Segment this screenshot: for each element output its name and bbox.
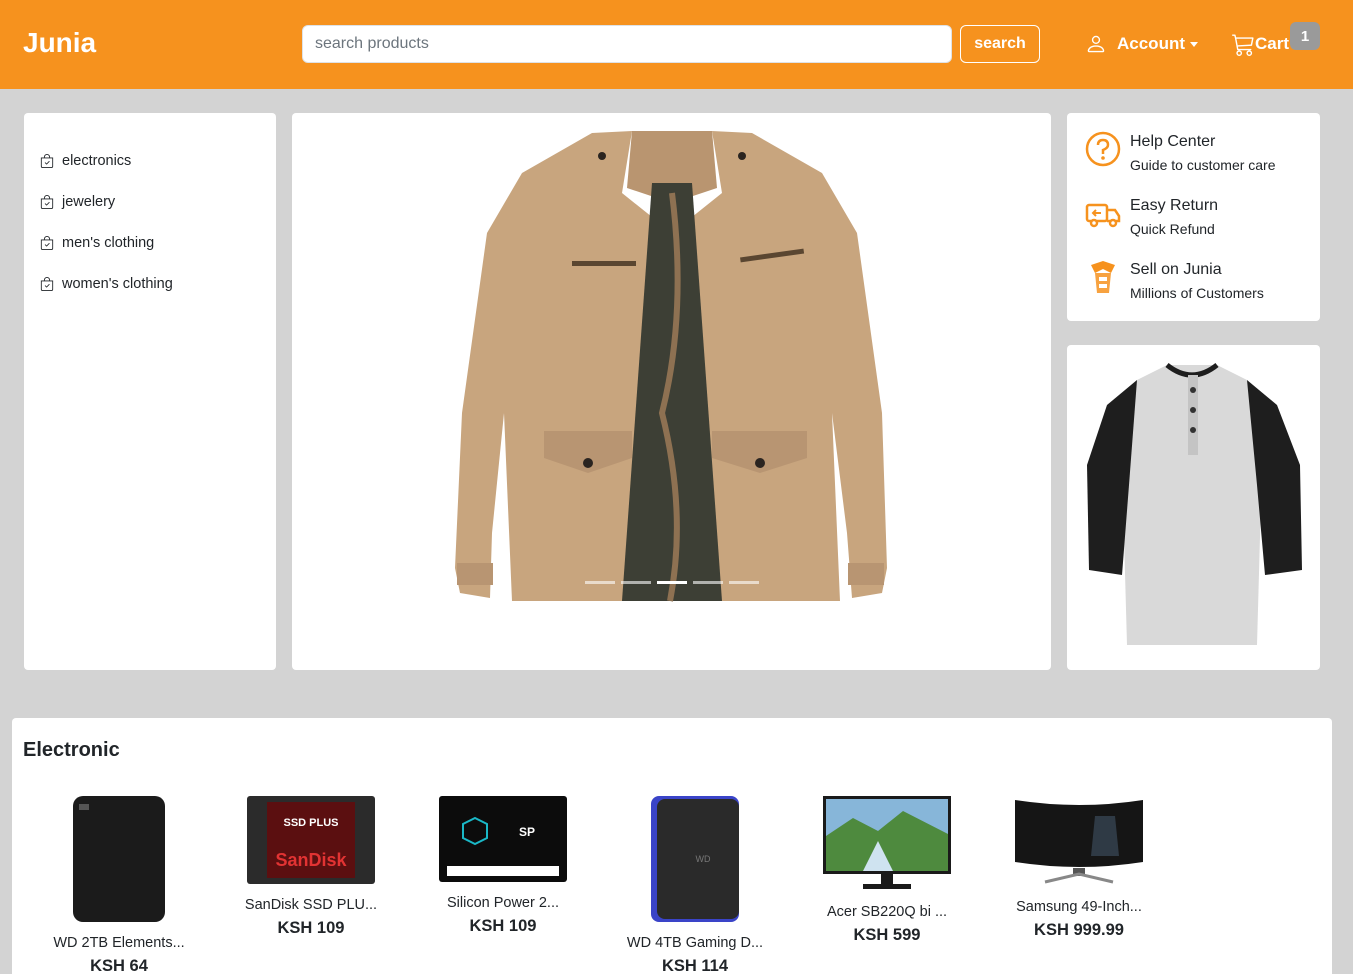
carousel-indicator[interactable] (620, 581, 651, 584)
cart-count-badge: 1 (1290, 22, 1320, 50)
info-subtitle: Guide to customer care (1130, 157, 1276, 173)
product-price: KSH 109 (277, 919, 345, 937)
product-price: KSH 599 (853, 926, 921, 944)
account-label: Account (1117, 34, 1185, 53)
product-card[interactable]: WD 2TB Elements... KSH 64 (23, 796, 215, 974)
person-icon (1087, 35, 1105, 53)
cart-label: Cart (1255, 34, 1290, 53)
info-subtitle: Quick Refund (1130, 221, 1215, 237)
category-item-mens-clothing[interactable]: men's clothing (24, 222, 276, 263)
category-sidebar: electronics jewelery men's clothing wome… (24, 113, 276, 670)
info-easy-return[interactable]: Easy Return Quick Refund (1085, 195, 1320, 259)
cart-link[interactable]: Cart (1232, 30, 1289, 58)
category-item-electronics[interactable]: electronics (24, 140, 276, 181)
product-name: Samsung 49-Inch... (1016, 899, 1142, 915)
monitor-image (823, 796, 951, 889)
info-title: Help Center (1130, 133, 1216, 150)
info-title: Easy Return (1130, 197, 1219, 214)
category-label: electronics (62, 152, 132, 169)
electronic-section: Electronic WD 2TB Elements... KSH 64 SSD… (12, 718, 1332, 974)
search-input[interactable] (302, 25, 952, 63)
hard-drive-image: WD (651, 796, 739, 922)
category-label: women's clothing (62, 275, 173, 292)
category-item-jewelery[interactable]: jewelery (24, 181, 276, 222)
curved-monitor-image (1015, 800, 1143, 884)
chevron-down-icon (1190, 41, 1198, 47)
category-item-womens-clothing[interactable]: women's clothing (24, 263, 276, 304)
info-sell-on-junia[interactable]: Sell on Junia Millions of Customers (1085, 259, 1320, 323)
product-card[interactable]: SSD PLUS SanDisk SanDisk SSD PLU... KSH … (215, 796, 407, 938)
info-subtitle: Millions of Customers (1130, 285, 1264, 301)
promo-banner[interactable] (1067, 345, 1320, 670)
ssd-image: SP (439, 796, 567, 882)
info-title: Sell on Junia (1130, 261, 1222, 278)
bag-check-icon (40, 276, 54, 291)
category-label: jewelery (62, 193, 116, 210)
account-dropdown[interactable]: Account (1085, 30, 1198, 58)
product-name: Silicon Power 2... (446, 895, 560, 911)
svg-text:SanDisk: SanDisk (275, 850, 347, 870)
return-truck-icon (1085, 203, 1121, 228)
product-name: WD 4TB Gaming D... (626, 935, 764, 951)
product-card[interactable]: WD WD 4TB Gaming D... KSH 114 (599, 796, 791, 974)
product-price: KSH 109 (469, 917, 537, 935)
product-card[interactable]: Samsung 49-Inch... KSH 999.99 (983, 796, 1175, 940)
svg-text:WD: WD (696, 854, 711, 864)
product-name: WD 2TB Elements... (53, 935, 185, 951)
jacket-image (455, 131, 887, 602)
carousel-indicator[interactable] (584, 581, 615, 584)
brand-logo[interactable]: Junia (23, 27, 96, 59)
product-price: KSH 64 (90, 957, 148, 974)
product-name: Acer SB220Q bi ... (826, 904, 948, 920)
cart-icon (1232, 33, 1254, 56)
hard-drive-image (73, 796, 165, 922)
carousel-indicator[interactable] (728, 581, 759, 584)
bag-check-icon (40, 194, 54, 209)
product-card[interactable]: SP Silicon Power 2... KSH 109 (407, 796, 599, 936)
category-label: men's clothing (62, 234, 155, 251)
bag-check-icon (40, 153, 54, 168)
bag-check-icon (40, 235, 54, 250)
hero-carousel[interactable] (292, 113, 1051, 670)
section-title: Electronic (23, 739, 120, 761)
shirt-image (1087, 362, 1302, 645)
top-navbar: Junia search Account Cart 1 (0, 0, 1353, 89)
sell-icon (1091, 261, 1115, 293)
info-panel: Help Center Guide to customer care Easy … (1067, 113, 1320, 321)
carousel-indicator[interactable] (692, 581, 723, 584)
help-circle-icon (1085, 131, 1121, 167)
svg-text:SSD PLUS: SSD PLUS (283, 817, 338, 829)
product-price: KSH 999.99 (1034, 921, 1124, 939)
product-card[interactable]: Acer SB220Q bi ... KSH 599 (791, 796, 983, 945)
search-button[interactable]: search (960, 25, 1040, 63)
carousel-indicators (292, 581, 1051, 584)
ssd-image: SSD PLUS SanDisk (247, 796, 375, 884)
product-name: SanDisk SSD PLU... (244, 897, 378, 913)
svg-text:SP: SP (519, 825, 535, 839)
info-help-center[interactable]: Help Center Guide to customer care (1085, 131, 1320, 195)
product-price: KSH 114 (661, 957, 729, 974)
carousel-indicator[interactable] (656, 581, 687, 584)
